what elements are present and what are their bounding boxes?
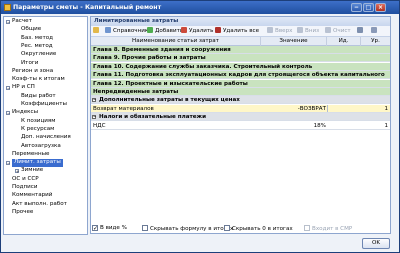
tree-item-label: НР и СП — [12, 84, 35, 91]
tree-item-label: Коэф-ты к итогам — [12, 76, 65, 83]
table-row[interactable]: − Налоги и обязательные платежи — [91, 113, 390, 122]
cell-name: Возврат материалов — [93, 105, 154, 112]
add-button[interactable]: Добавить — [147, 27, 183, 36]
maximize-button[interactable]: □ — [363, 3, 374, 12]
expand-icon[interactable]: + — [15, 169, 19, 174]
tree-item-label: Итоги — [21, 59, 39, 66]
tree-item-label: Доп. начисления — [21, 134, 71, 141]
table-row[interactable]: Непредвиденные затраты — [91, 88, 390, 96]
options-bar: ✓ В виде % Скрывать формулу в итогах Скры… — [90, 223, 390, 234]
tree-item-label: Акт выполн. работ — [12, 200, 67, 207]
table-row[interactable]: − Дополнительные затраты в текущих ценах — [91, 96, 390, 105]
hide-formula-checkbox[interactable]: Скрывать формулу в итогах — [142, 225, 233, 233]
folder-icon — [93, 27, 99, 33]
tree-item-label: Рес. метод — [21, 42, 53, 49]
limited-costs-panel: Лимитированные затраты Справочник Добави… — [90, 16, 391, 234]
cell-name: Дополнительные затраты в текущих ценах — [99, 97, 240, 104]
cell-name: Глава 9. Прочие работы и затраты — [93, 55, 206, 62]
title-bar[interactable]: Параметры сметы - Капитальный ремонт ‒ □… — [1, 1, 399, 14]
header-id[interactable]: Ид. — [327, 37, 361, 46]
app-icon — [4, 4, 11, 11]
in-smr-checkbox[interactable]: Входит в СМР — [304, 225, 352, 233]
tree-item-label: Округление — [21, 51, 57, 58]
header-name[interactable]: Наименование статьи затрат — [91, 37, 261, 46]
grid-header: Наименование статьи затрат Значение Ид. … — [91, 37, 390, 46]
arrow-up-icon — [267, 27, 273, 33]
table-row[interactable]: Глава 12. Проектные и изыскательские раб… — [91, 79, 390, 88]
panel-title: Лимитированные затраты — [91, 17, 390, 26]
window-title: Параметры сметы - Капитальный ремонт — [13, 4, 162, 11]
tree-item-label: Индексы — [12, 109, 39, 116]
settings-button[interactable] — [357, 27, 365, 36]
tree-item-label: К ресурсам — [21, 125, 55, 132]
cell-name: Непредвиденные затраты — [93, 89, 179, 95]
tree-item-label: Регион и зона — [12, 67, 54, 74]
header-value[interactable]: Значение — [261, 37, 327, 46]
reference-button[interactable]: Справочник — [105, 27, 148, 36]
collapse-icon[interactable]: − — [92, 115, 96, 120]
table-row[interactable]: Глава 10. Содержание службы заказчика. С… — [91, 62, 390, 71]
header-level[interactable]: Ур. — [361, 37, 390, 46]
toolbar: Справочник Добавить Удалить Удалить все … — [91, 26, 390, 37]
printer-icon — [371, 27, 377, 33]
delete-all-icon — [215, 27, 221, 33]
tree-item-label: Подписи — [12, 184, 38, 190]
tree-item-label: Автозагрузка — [21, 142, 61, 149]
up-button[interactable]: Вверх — [267, 27, 292, 36]
checkbox-in-percent[interactable]: ✓ — [92, 225, 98, 232]
dialog-window: Параметры сметы - Капитальный ремонт ‒ □… — [0, 0, 400, 253]
print-button[interactable] — [371, 27, 379, 36]
table-row[interactable]: НДС 18% 1 — [91, 122, 390, 130]
cell-name: Глава 10. Содержание службы заказчика. С… — [93, 63, 313, 70]
cell-level: 1 — [384, 122, 388, 129]
tree-item-label: К позициям — [21, 117, 56, 124]
collapse-icon[interactable]: − — [6, 86, 10, 91]
in-percent-checkbox[interactable]: ✓ В виде % — [92, 225, 127, 232]
table-row[interactable]: Возврат материалов -ВОЗВРАТ 1 — [91, 104, 390, 113]
delete-all-button[interactable]: Удалить все — [215, 27, 259, 36]
tree-item-label: Баз. метод — [21, 34, 54, 41]
tree-item-label: Лимит. затраты — [12, 159, 63, 167]
tree-item-label: ОС и ССР — [12, 175, 39, 182]
cell-name: НДС — [93, 122, 106, 129]
cell-value[interactable]: 18% — [261, 122, 326, 129]
add-icon — [147, 27, 153, 33]
cell-name: Налоги и обязательные платежи — [99, 114, 207, 121]
cell-name: Глава 11. Подготовка эксплуатационных ка… — [93, 72, 385, 79]
tree-item-label: Коэффициенты — [21, 101, 67, 107]
folder-button[interactable] — [93, 27, 101, 36]
cell-name: Глава 8. Временные здания и сооружения — [93, 47, 231, 53]
close-button[interactable]: × — [375, 3, 386, 12]
hide-zero-checkbox[interactable]: Скрывать 0 в итогах — [224, 225, 293, 233]
tree-item-label: Комментарий — [12, 192, 53, 199]
tree-item-label: Виды работ — [21, 92, 56, 99]
collapse-icon[interactable]: − — [6, 20, 10, 25]
gear-icon — [357, 27, 363, 33]
tree-item-label: Расчет — [12, 18, 32, 24]
table-row[interactable]: Глава 8. Временные здания и сооружения — [91, 46, 390, 54]
collapse-icon[interactable]: − — [6, 111, 10, 116]
book-icon — [105, 27, 111, 33]
table-row[interactable]: Глава 11. Подготовка эксплуатационных ка… — [91, 71, 390, 80]
cell-value[interactable]: -ВОЗВРАТ — [261, 105, 326, 112]
table-row[interactable]: Глава 9. Прочие работы и затраты — [91, 54, 390, 63]
tree-item-label: Общие — [21, 26, 42, 33]
down-button[interactable]: Вниз — [297, 27, 319, 36]
cell-name: Глава 12. Проектные и изыскательские раб… — [93, 80, 248, 87]
eraser-icon — [325, 27, 331, 33]
minimize-button[interactable]: ‒ — [351, 3, 362, 12]
cell-level: 1 — [384, 105, 388, 112]
tree-item-label: Переменные — [12, 150, 50, 157]
collapse-icon[interactable]: − — [6, 161, 10, 166]
arrow-down-icon — [297, 27, 303, 33]
delete-button[interactable]: Удалить — [181, 27, 213, 36]
tree-item-label: Зимние — [21, 167, 44, 174]
tree-item-label: Прочее — [12, 208, 34, 215]
settings-tree[interactable]: − Расчет Общие Баз. метод Рес. метод Округлен… — [3, 16, 88, 235]
clear-button[interactable]: Очист — [325, 27, 351, 36]
collapse-icon[interactable]: − — [92, 98, 96, 103]
delete-icon — [181, 27, 187, 33]
ok-button[interactable]: OK — [362, 238, 390, 249]
